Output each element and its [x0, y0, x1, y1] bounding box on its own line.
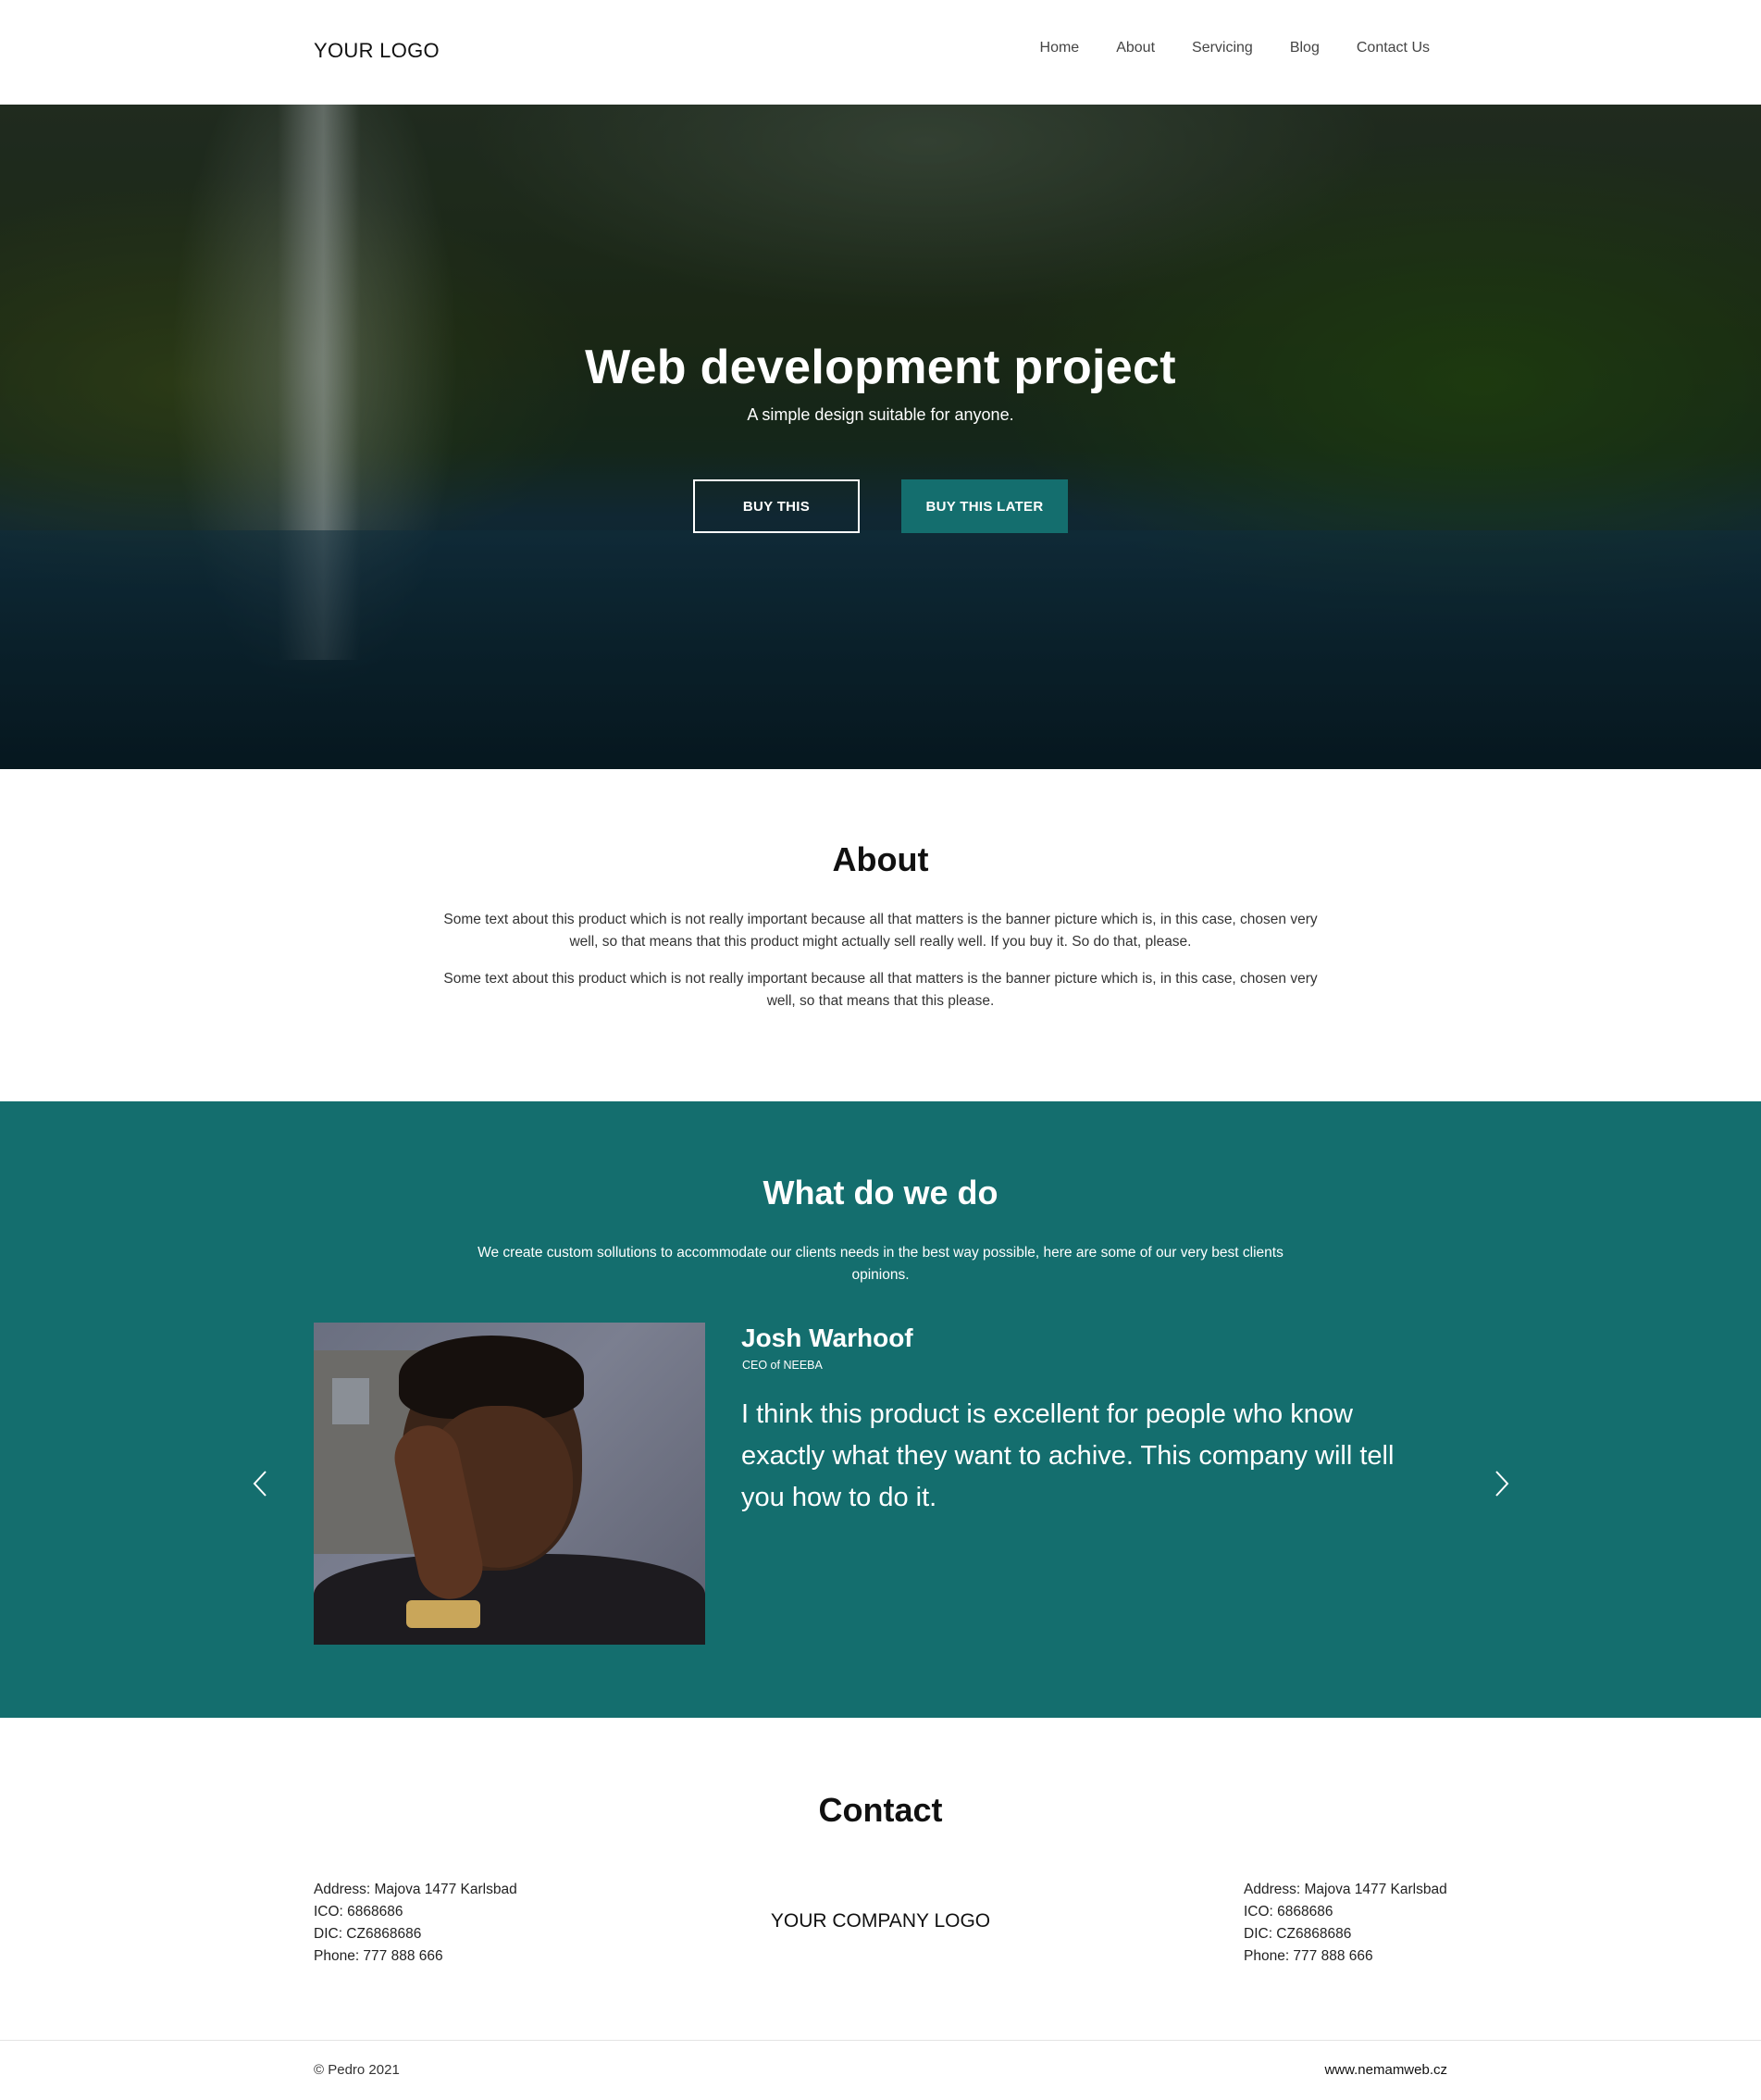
about-title: About: [832, 840, 929, 878]
testimonial-role: CEO of NEEBA: [742, 1359, 823, 1372]
chevron-right-icon[interactable]: [1488, 1470, 1516, 1497]
contact-phone: Phone: 777 888 666: [314, 1948, 443, 1964]
testimonial-quote: I think this product is excellent for pe…: [741, 1399, 1395, 1512]
testimonial-name: Josh Warhoof: [741, 1323, 913, 1352]
footer-divider: [0, 2040, 1761, 2041]
nav-contact-us[interactable]: Contact Us: [1357, 40, 1430, 56]
services-intro: We create custom sollutions to accommoda…: [477, 1245, 1284, 1283]
footer-site-link[interactable]: www.nemamweb.cz: [1324, 2062, 1447, 2078]
photo-background-window: [332, 1378, 369, 1424]
contact-info-right: Address: Majova 1477 Karlsbad ICO: 68686…: [1244, 1879, 1447, 1968]
about-paragraph-1: Some text about this product which is no…: [443, 912, 1318, 950]
contact-dic: DIC: CZ6868686: [1244, 1926, 1352, 1942]
photo-watch: [406, 1600, 480, 1628]
nav-blog[interactable]: Blog: [1290, 40, 1320, 56]
hero-title: Web development project: [585, 341, 1176, 394]
contact-ico: ICO: 6868686: [1244, 1904, 1333, 1920]
main-nav: Home About Servicing Blog Contact Us: [1040, 40, 1430, 56]
buy-this-button[interactable]: BUY THIS: [693, 479, 860, 533]
hero-subtitle: A simple design suitable for anyone.: [747, 405, 1014, 424]
company-logo: YOUR COMPANY LOGO: [770, 1910, 991, 1932]
contact-address: Address: Majova 1477 Karlsbad: [1244, 1882, 1447, 1897]
hero-overlay: [0, 105, 1761, 769]
contact-phone: Phone: 777 888 666: [1244, 1948, 1373, 1964]
site-header: YOUR LOGO Home About Servicing Blog Cont…: [0, 0, 1761, 105]
nav-servicing[interactable]: Servicing: [1192, 40, 1253, 56]
hero-banner: Web development project A simple design …: [0, 105, 1761, 769]
site-logo[interactable]: YOUR LOGO: [314, 39, 440, 63]
contact-address: Address: Majova 1477 Karlsbad: [314, 1882, 517, 1897]
footer-copyright: © Pedro 2021: [314, 2062, 400, 2078]
nav-home[interactable]: Home: [1040, 40, 1080, 56]
testimonial-photo: [314, 1323, 705, 1645]
buy-this-later-button[interactable]: BUY THIS LATER: [901, 479, 1068, 533]
services-section: What do we do We create custom sollution…: [0, 1101, 1761, 1718]
contact-title: Contact: [818, 1791, 943, 1829]
chevron-left-icon[interactable]: [246, 1470, 274, 1497]
about-paragraph-2: Some text about this product which is no…: [443, 971, 1318, 1009]
services-title: What do we do: [763, 1174, 998, 1212]
nav-about[interactable]: About: [1116, 40, 1155, 56]
